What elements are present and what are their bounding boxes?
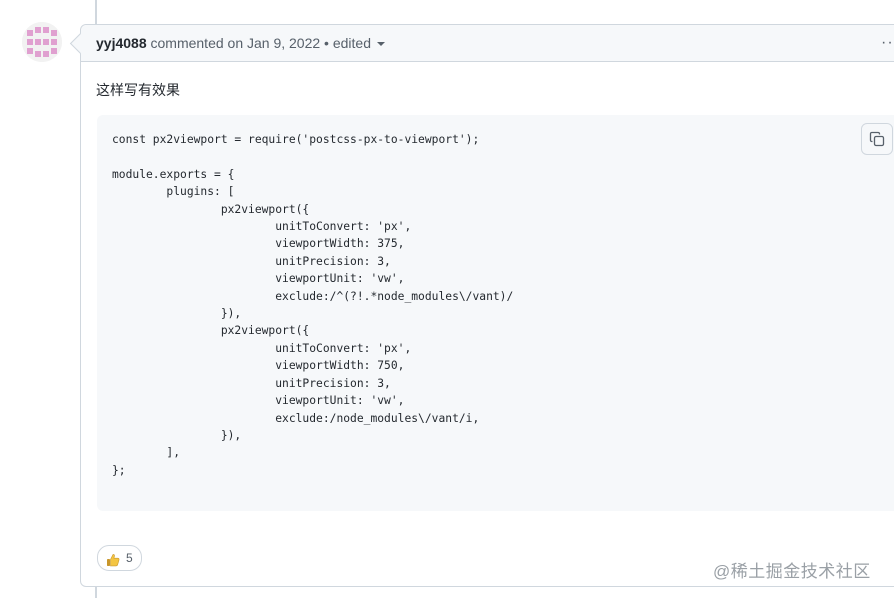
chevron-down-icon[interactable] [377,42,385,47]
timeline-line-top [95,0,97,24]
identicon-icon [22,22,62,62]
code-block: const px2viewport = require('postcss-px-… [97,115,894,511]
watermark: @稀土掘金技术社区 [713,562,871,581]
timeline-line-bottom [95,586,97,598]
comment-header-text: yyj4088 commented on Jan 9, 2022 • edite… [96,25,385,61]
comment-header: yyj4088 commented on Jan 9, 2022 • edite… [81,25,894,62]
comment-box: yyj4088 commented on Jan 9, 2022 • edite… [80,24,894,587]
avatar[interactable] [22,22,62,62]
thumbs-up-icon [106,551,120,567]
author-link[interactable]: yyj4088 [96,35,147,51]
copy-icon [869,131,885,147]
reaction-count: 5 [126,551,133,565]
comment-body-text: 这样写有效果 [96,82,180,98]
code-content: const px2viewport = require('postcss-px-… [112,133,514,477]
copy-button[interactable] [861,123,893,155]
reaction-thumbs-up-button[interactable]: 5 [97,545,142,571]
kebab-menu-icon[interactable]: ··· [881,25,894,61]
comment-meta[interactable]: commented on Jan 9, 2022 • edited [151,35,372,51]
